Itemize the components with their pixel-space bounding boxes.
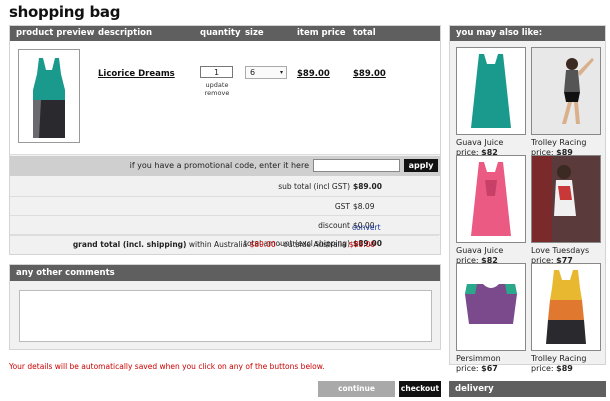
header-product-preview: product preview [16, 28, 95, 38]
product-image[interactable] [531, 47, 601, 135]
size-select[interactable]: 6 ▾ [245, 66, 287, 79]
recommendation-price: price: $67 [456, 364, 498, 373]
bag-header-row: product preview description quantity siz… [10, 26, 440, 41]
model-photo-image [532, 48, 600, 134]
delivery-header[interactable]: delivery [449, 381, 606, 397]
recommendation-name[interactable]: Guava Juice [456, 246, 503, 255]
convert-link[interactable]: convert [352, 223, 381, 232]
tank-top-image [471, 54, 511, 128]
product-name-link[interactable]: Licorice Dreams [98, 69, 175, 79]
quantity-actions: update remove [192, 81, 242, 97]
recommendation-name[interactable]: Love Tuesdays [531, 246, 589, 255]
gst-row: GST $8.09 [10, 197, 440, 216]
total-value: $89.00 [353, 239, 382, 248]
discount-label: discount [318, 221, 350, 230]
bag-panel: product preview description quantity siz… [9, 25, 441, 255]
page-title: shopping bag [9, 3, 121, 21]
recommendation-name[interactable]: Trolley Racing [531, 138, 586, 147]
gst-label: GST [334, 202, 350, 211]
header-description: description [98, 28, 153, 38]
subtotal-row: sub total (incl GST) $89.00 [10, 177, 440, 197]
recommendation-name[interactable]: Persimmon [456, 354, 501, 363]
header-quantity: quantity [200, 28, 241, 38]
recommendation-price: price: $89 [531, 364, 573, 373]
header-total: total [353, 28, 376, 38]
header-size: size [245, 28, 264, 38]
product-image[interactable] [456, 263, 526, 351]
bag-item-row: Licorice Dreams 1 update remove 6 ▾ $89.… [10, 41, 440, 155]
comments-header: any other comments [10, 265, 440, 281]
model-photo-image [532, 156, 600, 242]
comments-textarea[interactable] [19, 290, 432, 342]
total-row: total amount (excl shipping) $89.00 [10, 235, 440, 263]
promo-row: if you have a promotional code, enter it… [10, 156, 440, 176]
item-total[interactable]: $89.00 [353, 69, 386, 79]
apply-button[interactable]: apply [404, 159, 438, 172]
product-thumbnail[interactable] [18, 49, 80, 143]
subtotal-value: $89.00 [353, 182, 382, 191]
promo-label: if you have a promotional code, enter it… [129, 161, 309, 170]
crop-top-image [465, 284, 517, 324]
recommendation-name[interactable]: Trolley Racing [531, 354, 586, 363]
autosave-notice: Your details will be automatically saved… [9, 362, 325, 371]
tank-top-image [33, 58, 65, 138]
product-image[interactable] [531, 155, 601, 243]
total-label: total amount (excl shipping) [244, 239, 350, 248]
header-item-price: item price [297, 28, 346, 38]
continue-shopping-button[interactable]: continue shopping [318, 381, 395, 401]
recommendations-header: you may also like: [450, 26, 605, 41]
tank-top-image [546, 270, 586, 344]
chevron-down-icon: ▾ [279, 69, 283, 76]
remove-link[interactable]: remove [192, 89, 242, 97]
product-image[interactable] [531, 263, 601, 351]
promo-code-input[interactable] [313, 159, 400, 172]
size-value: 6 [250, 68, 256, 77]
subtotal-label: sub total (incl GST) [278, 182, 350, 191]
comments-panel: any other comments [9, 264, 441, 350]
recommendation-name[interactable]: Guava Juice [456, 138, 503, 147]
recommendations-panel: you may also like: Guava Juice price: $8… [449, 25, 606, 373]
product-image[interactable] [456, 155, 526, 243]
update-link[interactable]: update [192, 81, 242, 89]
gst-value: $8.09 [353, 202, 375, 211]
item-price[interactable]: $89.00 [297, 69, 330, 79]
quantity-input[interactable]: 1 [200, 66, 233, 78]
tank-top-image [471, 162, 511, 236]
checkout-button[interactable]: checkout [399, 381, 441, 397]
product-image[interactable] [456, 47, 526, 135]
